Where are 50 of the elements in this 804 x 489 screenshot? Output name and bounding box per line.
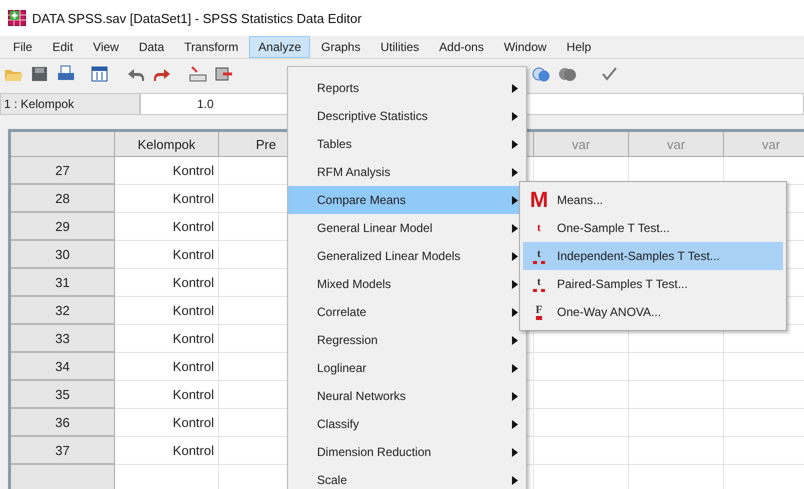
row-number[interactable]: 35 xyxy=(11,381,115,409)
menu-item[interactable]: Neural Networks xyxy=(288,382,526,410)
row-number[interactable]: 31 xyxy=(11,269,115,297)
table-cell: Kontrol xyxy=(115,381,219,409)
menu-item[interactable]: t Paired-Samples T Test... xyxy=(523,270,783,298)
menu-item[interactable]: Window xyxy=(494,36,556,58)
menu-item[interactable]: Transform xyxy=(175,36,248,58)
table-cell: Kontrol xyxy=(115,241,219,269)
table-cell: Kontrol xyxy=(115,297,219,325)
table-cell: Kontrol xyxy=(115,325,219,353)
table-cell: Kontrol xyxy=(115,185,219,213)
menu-item[interactable]: Help xyxy=(558,36,600,58)
row-number[interactable]: 36 xyxy=(11,409,115,437)
row-number[interactable]: 32 xyxy=(11,297,115,325)
table-cell: Kontrol xyxy=(115,437,219,465)
menu-item[interactable]: F One-Way ANOVA... xyxy=(523,298,783,326)
table-cell: Kontrol xyxy=(115,213,219,241)
column-header[interactable]: Kelompok xyxy=(115,132,219,157)
menu-item[interactable]: Add-ons xyxy=(430,36,493,58)
row-number[interactable]: 27 xyxy=(11,157,115,185)
row-number[interactable]: 34 xyxy=(11,353,115,381)
menu-item[interactable]: Data xyxy=(130,36,174,58)
menu-item[interactable]: Scale xyxy=(288,466,526,489)
table-cell: Kontrol xyxy=(115,157,219,185)
cell-reference: 1 : Kelompok xyxy=(0,93,140,115)
menu-item[interactable]: Graphs xyxy=(312,36,370,58)
menu-item[interactable]: File xyxy=(4,36,42,58)
table-cell: Kontrol xyxy=(115,269,219,297)
row-number[interactable]: 30 xyxy=(11,241,115,269)
row-number[interactable]: 28 xyxy=(11,185,115,213)
window-title: DATA SPSS.sav [DataSet1] - SPSS Statistics Data Editor xyxy=(32,10,362,26)
table-cell: Kontrol xyxy=(115,409,219,437)
menu-item[interactable]: Utilities xyxy=(371,36,428,58)
t-test-icon: t xyxy=(529,222,549,234)
row-number[interactable]: 29 xyxy=(11,213,115,241)
menu-item[interactable]: Edit xyxy=(43,36,82,58)
menu-item[interactable]: Analyze xyxy=(249,36,310,58)
means-icon: M xyxy=(529,189,549,211)
row-number[interactable]: 33 xyxy=(11,325,115,353)
menu-item[interactable]: RFM Analysis xyxy=(288,158,526,186)
menu-item[interactable]: t One-Sample T Test... xyxy=(523,214,783,242)
menu-item[interactable]: Dimension Reduction xyxy=(288,438,526,466)
row-number[interactable]: 37 xyxy=(11,437,115,465)
menu-item[interactable]: Classify xyxy=(288,410,526,438)
menu-item[interactable]: Loglinear xyxy=(288,354,526,382)
menu-item[interactable]: View xyxy=(84,36,128,58)
menu-item[interactable]: Regression xyxy=(288,326,526,354)
table-cell: Kontrol xyxy=(115,353,219,381)
menu-item[interactable]: M Means... xyxy=(523,186,783,214)
menu-item[interactable]: t Independent-Samples T Test... xyxy=(523,242,783,270)
